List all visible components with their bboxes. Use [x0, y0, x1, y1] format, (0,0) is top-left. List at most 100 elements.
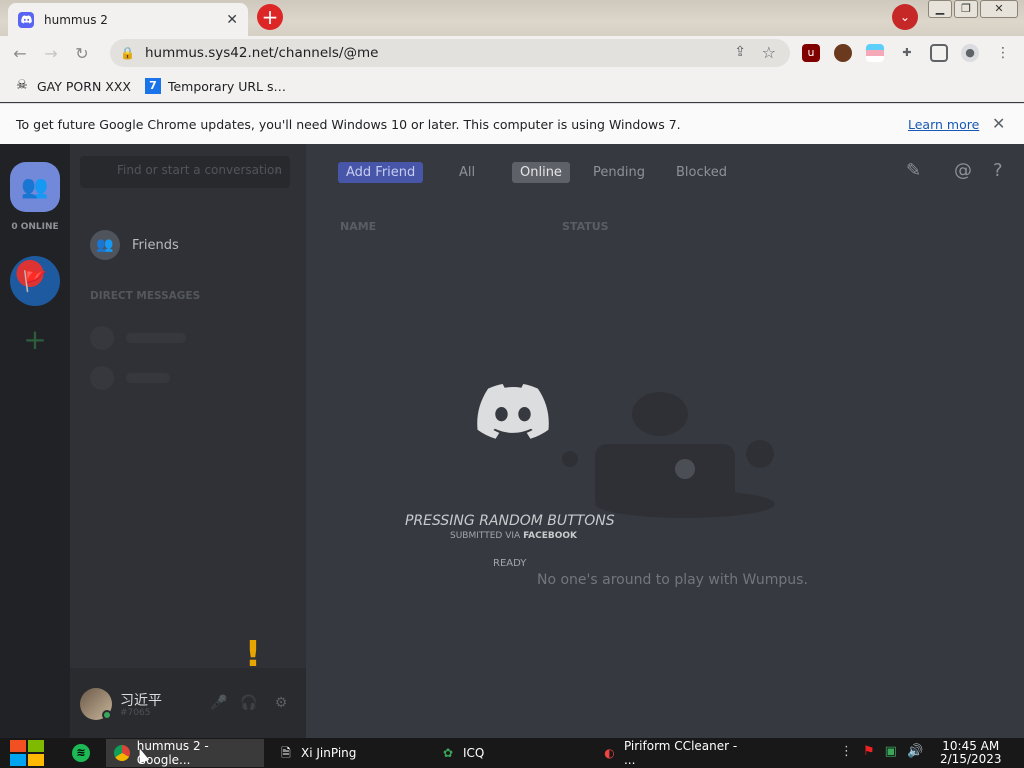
taskbar-label: hummus 2 - Google... [136, 739, 209, 767]
forward-icon[interactable]: → [40, 44, 62, 63]
loading-overlay-title: PRESSING RANDOM BUTTONS [405, 513, 615, 529]
deafen-icon[interactable]: 🎧 [236, 690, 262, 716]
taskbar-label: Xi JinPing [301, 746, 357, 760]
discord-app: 👥 0 ONLINE 🚩 + Find or start a conversat… [0, 144, 1024, 738]
add-friend-button[interactable]: Add Friend [338, 162, 424, 183]
tab-search-button[interactable]: ⌄ [892, 4, 918, 30]
mute-icon[interactable]: 🎤 [206, 690, 232, 716]
menu-kebab-icon[interactable]: ⋮ [994, 44, 1012, 62]
profile-icon[interactable]: ● [961, 44, 979, 62]
settings-gear-icon[interactable]: ⚙ [268, 690, 294, 716]
tab-title: hummus 2 [44, 12, 108, 27]
dm-placeholder-avatar [90, 366, 114, 390]
tray-overflow-icon[interactable]: ⋮ [840, 744, 853, 759]
browser-title-bar: hummus 2 ✕ + ⌄ ▁ ❐ ✕ [0, 0, 1024, 36]
spotify-quick-launch-icon[interactable]: ≋ [72, 744, 90, 762]
address-bar[interactable]: 🔒 hummus.sys42.net/channels/@me ⇪ ☆ [110, 39, 790, 67]
tab-pending[interactable]: Pending [585, 162, 653, 183]
add-server-icon[interactable]: + [17, 322, 53, 358]
file-icon: 🗎 [281, 746, 291, 760]
bookmark-label: GAY PORN XXX [37, 78, 131, 94]
extensions-puzzle-icon[interactable]: ✚ [898, 44, 916, 62]
info-message: To get future Google Chrome updates, you… [16, 116, 681, 132]
empty-friends-message: No one's around to play with Wumpus. [537, 572, 808, 588]
source-label: FACEBOOK [523, 531, 578, 541]
back-icon[interactable]: ← [9, 44, 31, 63]
bookmark-label: Temporary URL s… [167, 78, 287, 94]
bookmarks-bar: ☠ GAY PORN XXX 7 Temporary URL s… [0, 70, 1024, 102]
bookmark-item[interactable]: 7 Temporary URL s… [144, 78, 287, 94]
server-icon[interactable]: 🚩 [10, 256, 60, 306]
skull-bookmark-icon: ☠ [16, 78, 28, 93]
side-panel-icon[interactable] [930, 44, 948, 62]
close-info-icon[interactable]: ✕ [992, 114, 1005, 133]
new-group-dm-icon[interactable]: ✎ [906, 160, 921, 181]
network-icon[interactable]: ▣ [885, 744, 897, 759]
user-tag: #7065 [120, 708, 151, 718]
search-icon: ⌕ [275, 163, 282, 177]
taskbar-item-ccleaner[interactable]: ◐ Piriform CCleaner - ... [594, 739, 744, 767]
dm-placeholder-avatar [90, 326, 114, 350]
close-tab-icon[interactable]: ✕ [226, 12, 238, 28]
home-friends-icon[interactable]: 👥 [10, 162, 60, 212]
learn-more-link[interactable]: Learn more [908, 117, 979, 132]
submitted-via-label: SUBMITTED VIA [450, 531, 521, 541]
discord-favicon-icon [18, 11, 34, 28]
dm-header: DIRECT MESSAGES [90, 290, 201, 302]
search-input[interactable]: Find or start a conversation ⌕ [80, 156, 290, 188]
tab-all[interactable]: All [451, 162, 483, 183]
user-panel: 习近平 #7065 🎤 🎧 ⚙ [70, 668, 306, 738]
bookmark-item[interactable]: ☠ GAY PORN XXX [14, 78, 131, 94]
friends-top-bar: Add Friend All Online Pending Blocked ✎ … [306, 144, 1024, 200]
lock-icon: 🔒 [120, 46, 135, 60]
browser-tab[interactable]: hummus 2 ✕ [8, 3, 248, 36]
action-center-flag-icon[interactable]: ⚑ [863, 744, 875, 759]
avatar-extension-icon[interactable] [834, 44, 852, 62]
chrome-icon [114, 745, 130, 761]
system-tray: ⋮ ⚑ ▣ 🔊 [840, 744, 923, 759]
update-info-bar: To get future Google Chrome updates, you… [0, 103, 1024, 144]
dm-sidebar: Find or start a conversation ⌕ 👥 Friends… [70, 144, 306, 738]
help-icon[interactable]: ? [993, 160, 1003, 181]
taskbar-label: Piriform CCleaner - ... [623, 739, 738, 767]
loading-overlay-source: SUBMITTED VIA FACEBOOK [450, 531, 577, 541]
icq-flower-icon: ✿ [442, 746, 454, 760]
bookmark-star-icon[interactable]: ☆ [762, 43, 776, 62]
taskbar-item-chrome[interactable]: hummus 2 - Google... [106, 739, 264, 767]
wumpus-illustration [562, 392, 775, 518]
volume-icon[interactable]: 🔊 [907, 744, 923, 759]
flag-extension-icon[interactable] [866, 44, 884, 62]
start-button-windows-logo-icon[interactable] [10, 740, 44, 766]
taskbar-item-icq[interactable]: ✿ ICQ [432, 739, 582, 767]
close-window-button[interactable]: ✕ [980, 0, 1018, 18]
discord-logo-icon [477, 384, 549, 439]
maximize-button[interactable]: ❐ [954, 0, 978, 18]
username: 习近平 [120, 693, 162, 709]
ccleaner-icon: ◐ [604, 746, 615, 760]
clock[interactable]: 10:45 AM 2/15/2023 [940, 740, 1002, 766]
friends-icon: 👥 [90, 230, 120, 260]
tab-blocked[interactable]: Blocked [668, 162, 735, 183]
url-text[interactable]: hummus.sys42.net/channels/@me [145, 45, 378, 61]
mentions-icon[interactable]: @ [954, 160, 972, 181]
sidebar-item-friends[interactable]: 👥 Friends [80, 224, 296, 266]
search-placeholder: Find or start a conversation [117, 163, 282, 177]
minimize-button[interactable]: ▁ [928, 0, 952, 18]
server-list: 👥 0 ONLINE 🚩 + [0, 144, 70, 738]
reload-icon[interactable]: ↻ [71, 44, 93, 63]
temp-url-bookmark-icon: 7 [144, 78, 161, 94]
tab-online[interactable]: Online [512, 162, 570, 183]
friends-label: Friends [132, 237, 179, 253]
window-controls: ▁ ❐ ✕ [928, 0, 1018, 18]
share-icon[interactable]: ⇪ [734, 44, 746, 60]
clock-date: 2/15/2023 [940, 752, 1002, 766]
browser-toolbar: ← → ↻ 🔒 hummus.sys42.net/channels/@me ⇪ … [0, 36, 1024, 70]
online-status-dot [102, 710, 112, 720]
taskbar-label: ICQ [463, 746, 485, 760]
online-count: 0 ONLINE [11, 222, 59, 232]
dm-placeholder-line [126, 373, 170, 383]
ublock-icon[interactable]: u [802, 44, 820, 62]
taskbar-item-folder[interactable]: 🗎 Xi JinPing [270, 739, 420, 767]
new-tab-button[interactable]: + [257, 4, 283, 30]
dm-placeholder-line [126, 333, 186, 343]
